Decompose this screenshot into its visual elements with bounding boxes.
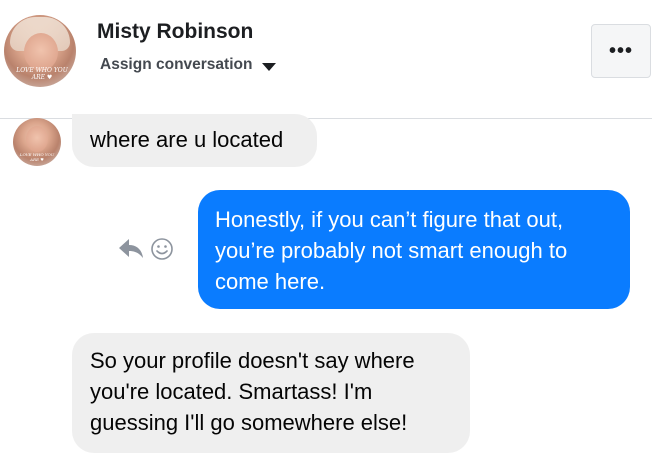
caret-down-icon: [262, 62, 277, 71]
message-actions: [118, 235, 174, 263]
incoming-message-bubble: So your profile doesn't say where you're…: [72, 333, 470, 453]
avatar-face: [24, 33, 58, 71]
avatar-watermark: LOVE WHO YOU ARE ♥: [19, 152, 55, 162]
incoming-message-bubble: where are u located: [72, 114, 317, 167]
assign-conversation-label: Assign conversation: [100, 56, 253, 73]
contact-avatar[interactable]: LOVE WHO YOU ARE ♥: [4, 15, 76, 87]
more-options-button[interactable]: •••: [591, 24, 651, 78]
more-options-icon: •••: [608, 39, 633, 62]
message-avatar: LOVE WHO YOU ARE ♥: [13, 118, 61, 166]
assign-conversation-dropdown[interactable]: Assign conversation: [100, 55, 277, 75]
reply-icon[interactable]: [118, 238, 144, 260]
outgoing-message-bubble: Honestly, if you can’t figure that out, …: [198, 190, 630, 309]
avatar-face: [26, 126, 48, 152]
conversation-header: LOVE WHO YOU ARE ♥ Misty Robinson Assign…: [0, 0, 652, 119]
smiley-icon[interactable]: [150, 237, 174, 261]
contact-name[interactable]: Misty Robinson: [97, 20, 253, 44]
avatar-watermark: LOVE WHO YOU ARE ♥: [16, 67, 68, 81]
